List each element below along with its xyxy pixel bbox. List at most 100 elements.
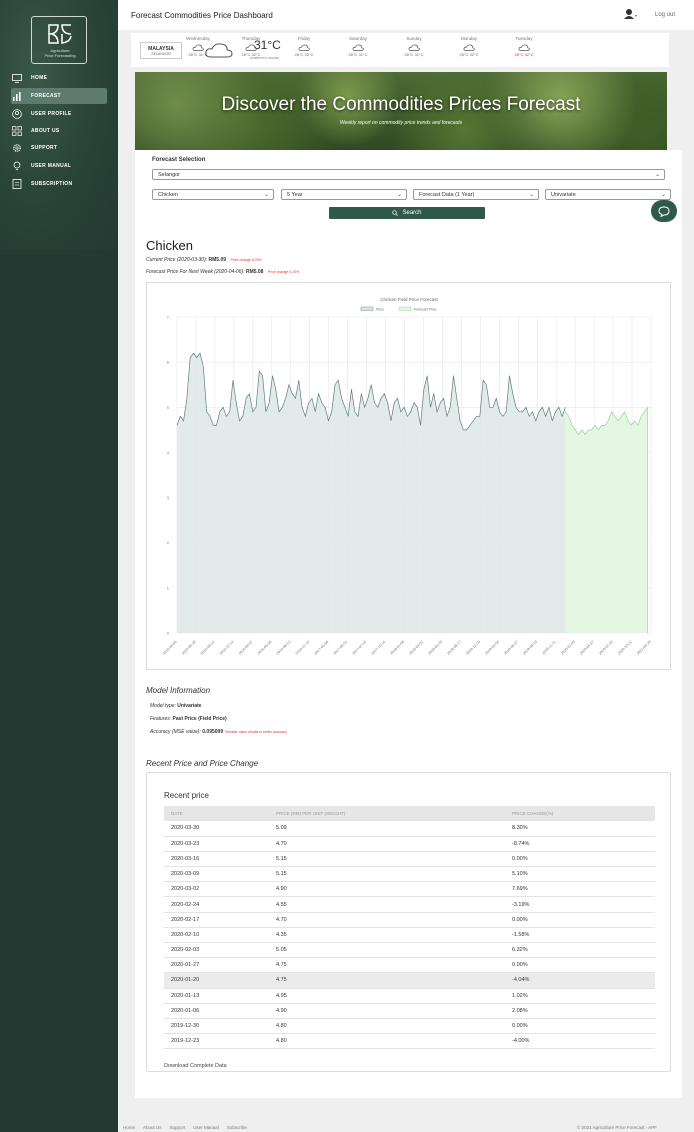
cell-price: 5.15 (269, 851, 505, 868)
chevron-down-icon: ⌄ (528, 192, 534, 198)
cell-price: 4.75 (269, 957, 505, 974)
chat-bubble-icon (658, 205, 670, 217)
y-tick-label: 0 (167, 631, 170, 636)
x-tick-label: 2019-11-11 (541, 640, 556, 655)
state-select[interactable]: Selangor ⌄ (152, 169, 665, 180)
forecast-day-name: Wednesday (186, 36, 210, 41)
cell-date: 2020-01-27 (164, 957, 269, 974)
model-type-label: Model type: (150, 703, 176, 709)
sidebar-item-about-us[interactable]: ABOUT US (11, 123, 111, 139)
x-tick-label: 2019-03-04 (484, 640, 500, 656)
legend-label-forecast: Forecast Price (414, 308, 437, 312)
features-line: Features: Past Price (Field Price) (150, 716, 227, 722)
cloud-icon (463, 44, 475, 51)
cell-price: 4.80 (269, 1033, 505, 1050)
table-row: 2020-01-13 4.95 1.02% (164, 988, 655, 1004)
current-price-label: Current Price (2020-03-30): (146, 257, 208, 263)
x-tick-label: 2020-10-12 (617, 640, 633, 656)
model-type-value: Univariate (177, 703, 202, 709)
forecast-day-temps: 26°C 32°C (294, 52, 314, 57)
accuracy-label: Accuracy (MSE value): (150, 729, 201, 735)
legend-label-price: Price (376, 308, 384, 312)
next-week-price-line: Forecast Price For Next Week (2020-04-06… (146, 269, 299, 275)
cell-date: 2020-03-30 (164, 821, 269, 837)
model-select[interactable]: Univariate ⌄ (545, 189, 671, 200)
search-button-label: Search (402, 210, 422, 216)
document-icon (11, 179, 23, 189)
app-logo[interactable]: Agriculture Price Forecasting (31, 16, 87, 64)
forecast-day-name: Friday (297, 36, 311, 41)
footer-link[interactable]: Home (123, 1125, 135, 1130)
column-header-date: DATE (164, 806, 269, 821)
table-row: 2020-03-30 5.09 8.30% (164, 821, 655, 837)
sidebar-item-support[interactable]: SUPPORT (11, 140, 111, 156)
forecast-data-select[interactable]: Forecast Data (1 Year) ⌄ (413, 189, 539, 200)
x-tick-label: 2017-10-16 (370, 640, 386, 656)
chat-button[interactable] (651, 200, 677, 222)
cell-price-change: 6.32% (505, 942, 655, 959)
model-type-line: Model type: Univariate (150, 703, 201, 709)
user-account-icon[interactable] (624, 7, 638, 25)
x-tick-label: 2020-02-03 (560, 640, 576, 656)
forecast-day-name: Monday (460, 36, 477, 41)
features-value: Past Price (Field Price) (172, 716, 227, 722)
cell-price: 4.55 (269, 896, 505, 913)
table-row: 2019-12-30 4.80 0.00% (164, 1018, 655, 1035)
forecast-series-area (565, 407, 648, 633)
next-week-price-value: RM5.08 (245, 269, 264, 275)
sidebar-item-user-profile[interactable]: USER PROFILE (11, 106, 111, 122)
cell-date: 2020-01-20 (164, 972, 269, 989)
cell-price-change: 0.00% (505, 1018, 655, 1035)
cell-date: 2020-01-06 (164, 1003, 269, 1019)
x-tick-label: 2018-09-17 (446, 640, 462, 656)
footer-link[interactable]: Subscribe (227, 1125, 247, 1130)
hero-subtitle: Weekly report on commodity price trends … (339, 120, 463, 126)
sidebar-item-user-manual[interactable]: USER MANUAL (11, 158, 111, 174)
forecast-selection-label: Forecast Selection (152, 157, 206, 163)
cell-price-change: 0.00% (505, 912, 655, 928)
table-row: 2020-03-16 5.15 0.00% (164, 851, 655, 868)
x-tick-label: 2018-04-02 (408, 640, 424, 656)
footer-link[interactable]: Support (170, 1125, 186, 1130)
cloud-icon (518, 44, 530, 51)
cell-date: 2019-12-30 (164, 1018, 269, 1035)
y-tick-label: 7 (167, 315, 170, 320)
y-tick-label: 2 (167, 540, 170, 545)
cell-date: 2020-02-03 (164, 942, 269, 959)
sidebar-item-forecast[interactable]: FORECAST (11, 88, 107, 104)
forecast-day: Friday 26°C 32°C (284, 36, 324, 57)
current-price-value: RM5.09 (208, 257, 227, 263)
cell-price-change: -1.58% (505, 927, 655, 944)
x-tick-label: 2016-05-30 (257, 640, 273, 656)
footer-link[interactable]: About Us (143, 1125, 162, 1130)
sidebar-item-home[interactable]: HOME (11, 70, 111, 86)
search-button[interactable]: Search (329, 207, 485, 219)
cell-price: 4.90 (269, 881, 505, 898)
cloud-icon (408, 44, 420, 51)
legend-swatch-forecast (398, 306, 412, 311)
x-tick-label: 2015-04-06 (162, 640, 178, 656)
forecast-day-temps: 26°C 31°C (404, 52, 424, 57)
x-tick-label: 2016-11-14 (295, 640, 311, 656)
cell-price: 4.90 (269, 1003, 505, 1019)
period-select[interactable]: 5 Year ⌄ (281, 189, 407, 200)
next-week-price-label: Forecast Price For Next Week (2020-04-06… (146, 269, 245, 275)
cell-date: 2019-12-23 (164, 1033, 269, 1050)
chevron-down-icon: ⌄ (263, 192, 269, 198)
x-tick-label: 2018-06-25 (427, 640, 443, 656)
sidebar-item-subscription[interactable]: SUBSCRIPTION (11, 176, 111, 192)
commodity-select[interactable]: Chicken ⌄ (152, 189, 274, 200)
table-row: 2020-02-17 4.70 0.00% (164, 912, 655, 928)
cloud-icon (245, 44, 257, 51)
cell-date: 2020-02-24 (164, 896, 269, 913)
download-data-link[interactable]: Download Complete Data (164, 1063, 227, 1069)
recent-price-section-title: Recent Price and Price Change (146, 759, 259, 768)
footer-links: Home About Us Support User Manual Subscribe (123, 1125, 255, 1130)
logout-link[interactable]: Log out (655, 12, 675, 18)
accuracy-line: Accuracy (MSE value): 0.095099 *Smaller … (150, 729, 287, 735)
hero-banner: Discover the Commodities Prices Forecast… (135, 72, 667, 150)
sidebar-item-label: SUPPORT (31, 145, 58, 151)
table-row: 2019-12-23 4.80 -4.00% (164, 1033, 655, 1050)
sidebar: Agriculture Price Forecasting HOME FORECA… (0, 0, 118, 1132)
footer-link[interactable]: User Manual (193, 1125, 219, 1130)
